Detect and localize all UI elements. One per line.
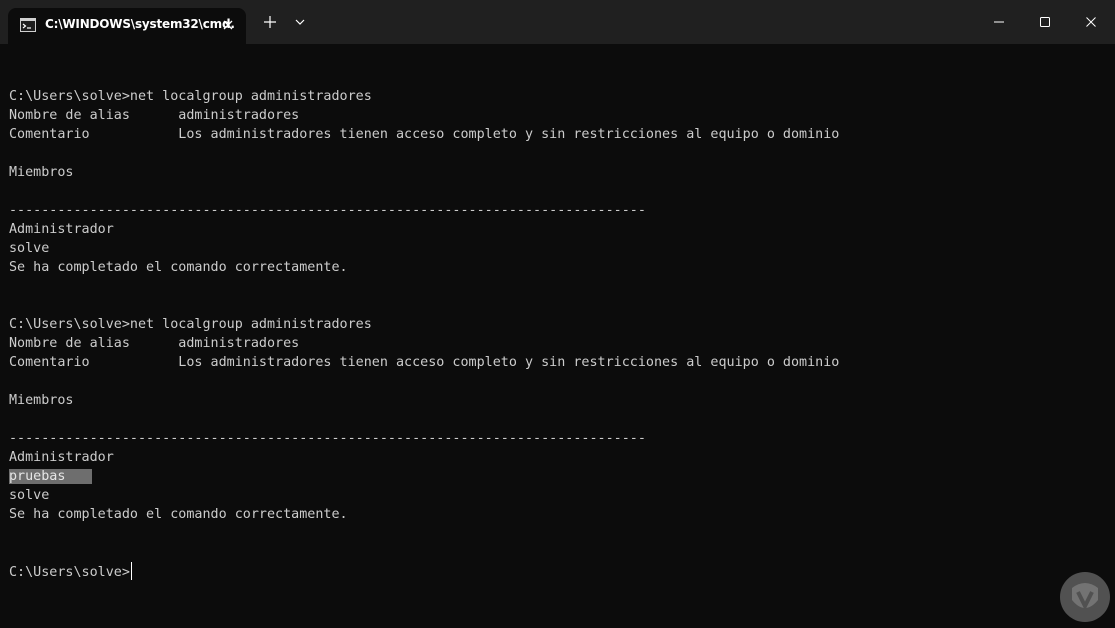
tab-dropdown-button[interactable] <box>288 10 312 34</box>
line-text: C:\Users\solve> <box>9 565 130 580</box>
line-text: Nombre de alias administradores <box>9 336 300 351</box>
cmd-icon <box>20 18 36 32</box>
plus-icon <box>264 16 276 28</box>
terminal-line: solve <box>9 239 1109 258</box>
terminal-window: C:\WINDOWS\system32\cmd. C:\Users\solve>… <box>0 0 1115 628</box>
line-text: Nombre de alias administradores <box>9 108 300 123</box>
terminal-line: Se ha completado el comando correctament… <box>9 505 1109 524</box>
terminal-line: C:\Users\solve>net localgroup administra… <box>9 87 1109 106</box>
close-icon[interactable] <box>220 17 236 33</box>
maximize-icon <box>1040 17 1050 27</box>
terminal-line: Miembros <box>9 163 1109 182</box>
line-text: Se ha completado el comando correctament… <box>9 507 348 522</box>
terminal-line: Nombre de alias administradores <box>9 334 1109 353</box>
line-text: C:\Users\solve>net localgroup administra… <box>9 317 372 332</box>
terminal-line: Administrador <box>9 220 1109 239</box>
line-text: C:\Users\solve>net localgroup administra… <box>9 89 372 104</box>
line-text: Se ha completado el comando correctament… <box>9 260 348 275</box>
terminal-output[interactable]: C:\Users\solve>net localgroup administra… <box>9 68 1109 620</box>
terminal-line: Administrador <box>9 448 1109 467</box>
minimize-icon <box>994 21 1004 23</box>
line-text: Miembros <box>9 393 74 408</box>
line-text: Comentario Los administradores tienen ac… <box>9 355 840 370</box>
watermark-logo-icon <box>1060 572 1110 622</box>
line-text: Administrador <box>9 222 114 237</box>
terminal-line: pruebas <box>9 467 1109 486</box>
terminal-line: Comentario Los administradores tienen ac… <box>9 353 1109 372</box>
line-text: ----------------------------------------… <box>9 431 646 446</box>
minimize-button[interactable] <box>976 0 1022 44</box>
selected-text: pruebas <box>9 469 93 484</box>
terminal-line: solve <box>9 486 1109 505</box>
title-bar: C:\WINDOWS\system32\cmd. <box>0 0 1115 44</box>
terminal-line: Nombre de alias administradores <box>9 106 1109 125</box>
line-text: ----------------------------------------… <box>9 203 646 218</box>
text-cursor <box>130 562 132 580</box>
line-text: Miembros <box>9 165 74 180</box>
line-text: Comentario Los administradores tienen ac… <box>9 127 840 142</box>
maximize-button[interactable] <box>1022 0 1068 44</box>
line-text: Administrador <box>9 450 114 465</box>
terminal-line: Se ha completado el comando correctament… <box>9 258 1109 277</box>
terminal-line: ----------------------------------------… <box>9 429 1109 448</box>
terminal-line: Comentario Los administradores tienen ac… <box>9 125 1109 144</box>
tab-title: C:\WINDOWS\system32\cmd. <box>45 17 235 31</box>
new-tab-button[interactable] <box>258 10 282 34</box>
chevron-down-icon <box>295 19 305 25</box>
prompt-line: C:\Users\solve> <box>9 562 1109 581</box>
terminal-line: C:\Users\solve>net localgroup administra… <box>9 315 1109 334</box>
terminal-line: Miembros <box>9 391 1109 410</box>
close-window-button[interactable] <box>1068 0 1114 44</box>
line-text: solve <box>9 488 50 503</box>
terminal-line: ----------------------------------------… <box>9 201 1109 220</box>
close-icon <box>1086 17 1096 27</box>
tab-cmd[interactable]: C:\WINDOWS\system32\cmd. <box>8 8 246 44</box>
line-text: solve <box>9 241 50 256</box>
